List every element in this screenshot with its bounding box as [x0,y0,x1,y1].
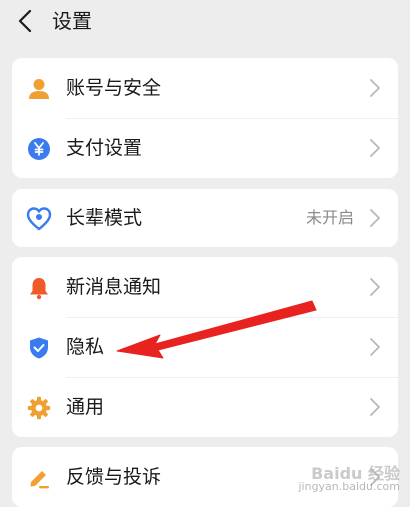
row-notifications[interactable]: 新消息通知 [12,257,398,317]
card-account: 账号与安全 支付设置 [12,58,398,178]
pencil-icon [26,465,52,491]
back-button[interactable] [14,8,36,34]
row-label: 通用 [66,396,105,418]
row-value: 未开启 [305,208,354,227]
row-label: 新消息通知 [66,276,162,298]
row-privacy[interactable]: 隐私 [12,317,398,377]
card-general: 新消息通知 隐私 通用 [12,257,398,437]
row-label: 账号与安全 [66,77,162,99]
watermark-brand: Baidu 经验 [311,464,400,483]
row-label: 隐私 [66,336,105,358]
header-bar: 设置 [0,0,410,44]
row-general[interactable]: 通用 [12,377,398,437]
row-label: 支付设置 [66,137,143,159]
row-payment-settings[interactable]: 支付设置 [12,118,398,178]
person-icon [26,76,52,102]
page-title: 设置 [52,9,92,33]
bell-icon [26,275,52,301]
chevron-left-icon [18,10,32,32]
gear-icon [26,395,52,421]
shield-icon [26,335,52,361]
row-label: 反馈与投诉 [66,466,162,488]
row-account-security[interactable]: 账号与安全 [12,58,398,118]
chevron-right-icon [370,278,380,296]
chevron-right-icon [370,398,380,416]
heart-icon [26,206,52,232]
chevron-right-icon [370,209,380,227]
chevron-right-icon [370,338,380,356]
row-elder-mode[interactable]: 长辈模式 未开启 [12,189,398,247]
chevron-right-icon [370,139,380,157]
card-elder-mode: 长辈模式 未开启 [12,189,398,247]
watermark: Baidu 经验 jingyan.baidu.com [298,464,400,494]
chevron-right-icon [370,79,380,97]
row-label: 长辈模式 [66,207,143,229]
yen-icon [26,136,52,162]
watermark-url: jingyan.baidu.com [298,480,400,493]
